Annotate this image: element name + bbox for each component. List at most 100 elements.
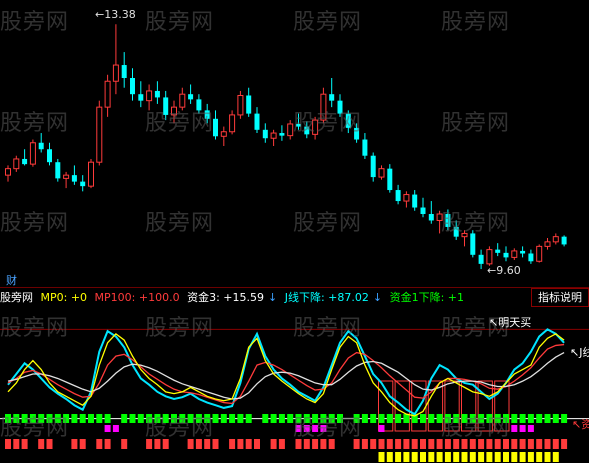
signal-green-bar	[104, 414, 111, 423]
signal-red-bar	[46, 439, 53, 449]
candle-body	[38, 142, 44, 150]
signal-green-bar	[395, 414, 402, 423]
arrow-down-icon: ↓	[268, 291, 278, 304]
signal-red-bar	[328, 439, 335, 449]
signal-green-bar	[179, 414, 186, 423]
candle-body	[528, 253, 534, 262]
signal-green-bar	[453, 414, 460, 423]
candle-body	[511, 250, 518, 258]
candle-body	[47, 149, 52, 163]
signal-yellow-bar	[494, 452, 501, 462]
candle-body	[453, 226, 459, 237]
signal-green-bar	[270, 414, 277, 423]
signal-green-bar	[370, 414, 377, 423]
signal-red-bar	[428, 439, 435, 449]
candle-body	[552, 236, 559, 243]
zj1-value: 资金1下降: +1	[389, 291, 465, 304]
signal-yellow-bar	[527, 452, 534, 462]
signal-red-bar	[503, 439, 509, 449]
candle-body	[71, 175, 77, 182]
candle-body	[237, 94, 244, 116]
signal-green-bar	[137, 414, 144, 423]
signal-red-bar	[494, 439, 501, 449]
signal-magenta-bar	[112, 425, 119, 432]
signal-red-bar	[278, 439, 285, 449]
signal-green-bar	[187, 414, 194, 423]
indicator-explain-button[interactable]: 指标说明	[531, 288, 589, 307]
candle-body	[304, 126, 310, 135]
signal-outline-bar	[461, 380, 477, 432]
arrow-left-icon: ←	[95, 8, 105, 21]
signal-red-bar	[486, 439, 493, 449]
signal-red-bar	[370, 439, 377, 449]
arrow-left-icon: ←	[487, 264, 497, 277]
signal-green-bar	[511, 414, 518, 423]
signal-red-bar	[436, 439, 443, 449]
candle-body	[121, 65, 127, 78]
signal-yellow-bar	[519, 452, 526, 462]
candle-body	[520, 250, 526, 254]
signal-red-bar	[146, 439, 153, 449]
signal-green-bar	[469, 414, 476, 423]
candle-body	[279, 133, 285, 136]
signal-green-bar	[436, 414, 443, 423]
candle-body	[13, 158, 20, 170]
signal-green-bar	[278, 414, 285, 423]
candle-body	[163, 97, 169, 115]
arrow-up-left-icon: ↖	[570, 346, 580, 359]
candle-body	[204, 110, 210, 119]
candle-body	[138, 94, 144, 101]
signal-red-bar	[453, 439, 460, 449]
signal-yellow-bar	[403, 452, 410, 462]
signal-red-bar	[254, 439, 260, 449]
signal-green-bar	[262, 414, 269, 423]
candle-body	[29, 142, 36, 165]
signal-yellow-bar	[536, 452, 543, 462]
signal-magenta-bar	[378, 425, 385, 432]
candle-body	[63, 174, 70, 179]
signal-magenta-bar	[527, 425, 534, 432]
signal-red-bar	[104, 439, 111, 449]
signal-yellow-bar	[395, 452, 402, 462]
candle-body	[22, 158, 28, 165]
signal-red-bar	[461, 439, 468, 449]
signal-green-bar	[71, 414, 78, 423]
signal-red-bar	[162, 439, 169, 449]
signal-green-bar	[88, 414, 94, 423]
chart-canvas[interactable]	[0, 0, 589, 463]
signal-red-bar	[237, 439, 244, 449]
candle-body	[503, 252, 509, 258]
candle-body	[412, 194, 418, 208]
signal-green-bar	[38, 414, 45, 423]
signal-yellow-bar	[544, 452, 551, 462]
candle-body	[536, 245, 543, 262]
candle-body	[112, 64, 119, 82]
signal-yellow-bar	[436, 452, 443, 462]
candle-body	[395, 190, 401, 202]
candle-body	[495, 249, 501, 253]
finance-tag[interactable]: 财	[6, 272, 17, 288]
candle-body	[220, 131, 227, 137]
signal-green-bar	[237, 414, 244, 423]
candle-body	[445, 214, 451, 227]
signal-green-bar	[154, 414, 161, 423]
signal-magenta-bar	[295, 425, 302, 432]
candle-body	[287, 123, 294, 137]
signal-green-bar	[519, 414, 526, 423]
indicator-info-bar: 股旁网 MP0: +0 MP100: +100.0 资金3: +15.59 ↓ J…	[0, 287, 589, 307]
candle-body	[213, 118, 218, 137]
candle-body	[312, 119, 319, 135]
candle-body	[561, 236, 567, 245]
signal-green-bar	[162, 414, 169, 423]
signal-green-bar	[146, 414, 153, 423]
candle-body	[5, 168, 11, 176]
signal-green-bar	[303, 414, 310, 423]
candle-body	[262, 129, 268, 139]
signal-red-bar	[320, 439, 327, 449]
candle-body	[188, 94, 194, 100]
signal-yellow-bar	[503, 452, 509, 462]
candle-body	[229, 114, 236, 133]
indicator-line-4	[7, 332, 565, 417]
arrow-up-left-icon: ↖	[572, 418, 582, 431]
signal-red-bar	[536, 439, 543, 449]
